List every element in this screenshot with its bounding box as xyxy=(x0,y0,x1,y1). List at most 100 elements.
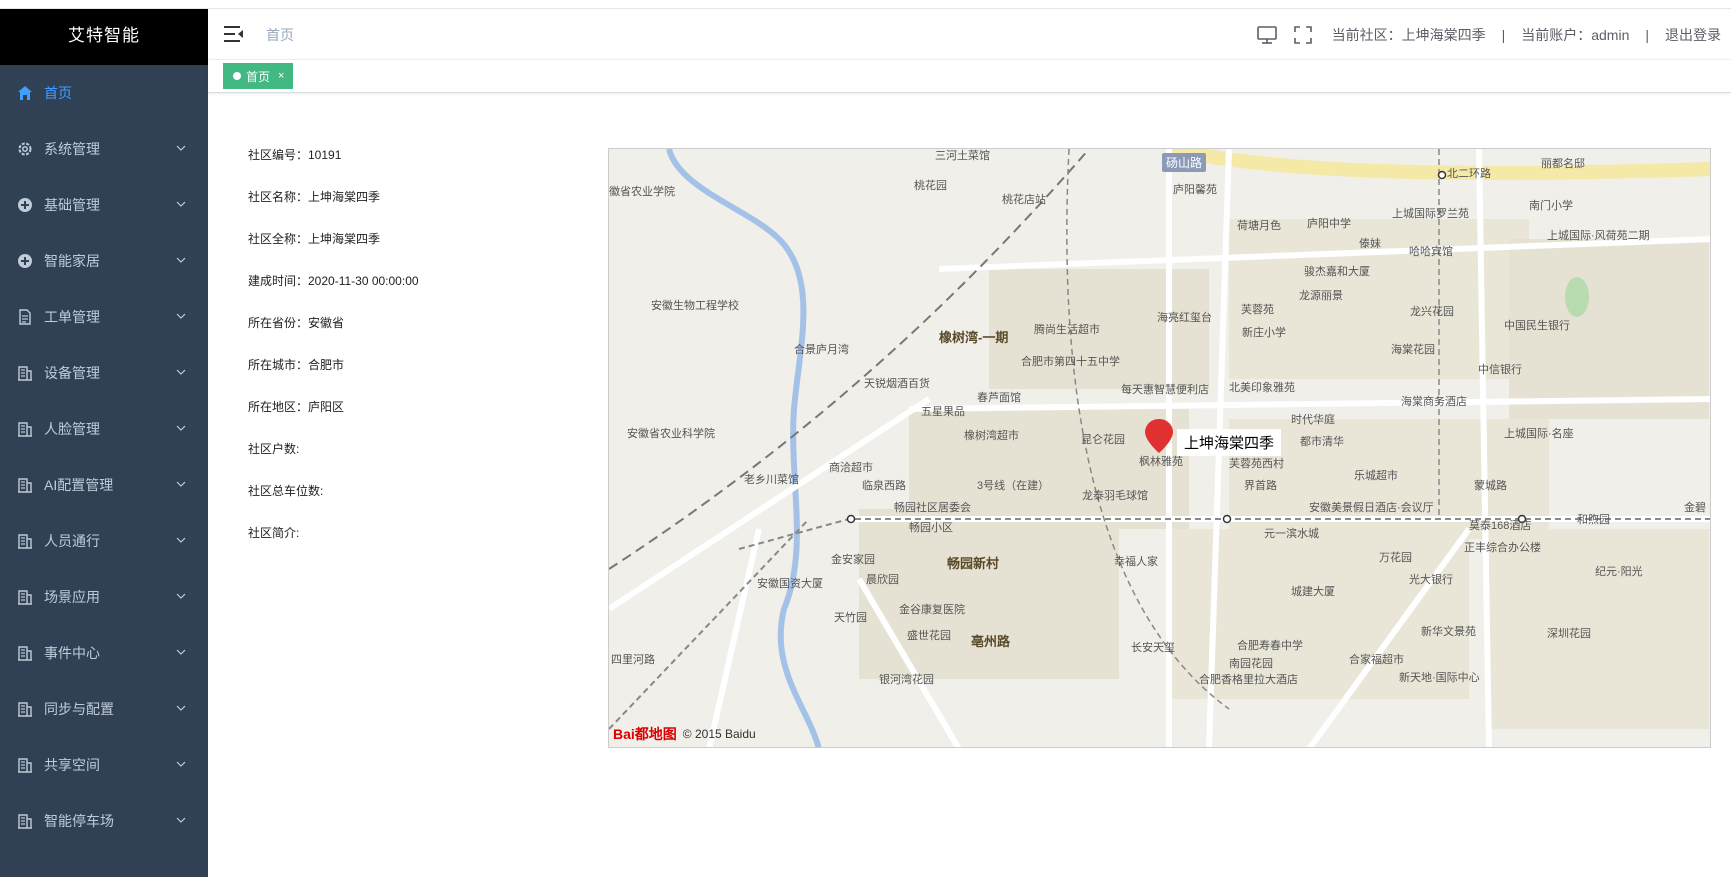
map-poi-label: 龙兴花园 xyxy=(1410,306,1454,318)
document-icon xyxy=(16,308,34,326)
chevron-down-icon xyxy=(176,705,186,711)
tags-view: 首页 × xyxy=(208,60,1731,93)
building-icon xyxy=(16,588,34,606)
sidebar-item-5[interactable]: 设备管理 xyxy=(0,345,208,401)
map-poi-label: 3号线（在建） xyxy=(977,480,1050,492)
map-poi-label: 乐城超市 xyxy=(1354,470,1398,482)
map-poi-label: 庐阳馨苑 xyxy=(1173,184,1217,196)
sidebar-item-label: 系统管理 xyxy=(44,141,100,157)
sidebar: 艾特智能 首页 系统管理 基础管理 智能家居 工单管理 设备管理 人脸管理 AI配置管理 人员通… xyxy=(0,9,208,877)
building-icon xyxy=(16,532,34,550)
hamburger-icon[interactable] xyxy=(224,25,244,43)
map-poi-label: 纪元·阳光 xyxy=(1595,566,1643,578)
map-poi-label: 金谷康复医院 xyxy=(899,604,965,616)
map-poi-label: 合肥市第四十五中学 xyxy=(1021,356,1120,368)
map-poi-label: 春芦面馆 xyxy=(977,392,1021,404)
sidebar-item-1[interactable]: 系统管理 xyxy=(0,121,208,177)
copyright-text: © 2015 Baidu xyxy=(682,727,756,741)
building-icon xyxy=(16,700,34,718)
info-row: 社区总车位数: xyxy=(248,484,324,498)
map-poi-label: 昆仑花园 xyxy=(1081,434,1125,446)
map-poi-label: 中国民生银行 xyxy=(1504,320,1570,332)
map-poi-label: 龙源丽景 xyxy=(1299,290,1343,302)
tag-home[interactable]: 首页 × xyxy=(223,63,294,89)
map-poi-label: 丽都名邸 xyxy=(1541,158,1585,170)
map-poi-label: 安徽生物工程学校 xyxy=(651,300,739,312)
map-poi-label: 南门小学 xyxy=(1529,200,1573,212)
gear-icon xyxy=(16,140,34,158)
circle-plus-icon xyxy=(16,196,34,214)
map-poi-label: 海棠花园 xyxy=(1391,344,1435,356)
sidebar-item-12[interactable]: 共享空间 xyxy=(0,737,208,793)
separator: | xyxy=(1645,26,1649,43)
map-poi-label: 金安家园 xyxy=(831,554,875,566)
map-road-label: 砀山路 xyxy=(1162,153,1207,172)
map-poi-label: 元一滨水城 xyxy=(1264,528,1319,540)
map-poi-label: 三河土菜馆 xyxy=(935,150,990,162)
building-icon xyxy=(16,756,34,774)
map-poi-label: 合肥香格里拉大酒店 xyxy=(1199,674,1298,686)
sidebar-item-label: 场景应用 xyxy=(44,589,100,605)
chevron-down-icon xyxy=(176,537,186,543)
info-row: 所在城市：合肥市 xyxy=(248,358,345,372)
map-poi-label: 橡树湾-一期 xyxy=(939,330,1009,345)
map-road-label: 界首路 xyxy=(1244,480,1277,492)
map-poi-label: 海棠商务酒店 xyxy=(1401,396,1467,408)
map-road-label: 北二环路 xyxy=(1447,168,1491,180)
map-poi-label: 光大银行 xyxy=(1409,574,1453,586)
sidebar-item-3[interactable]: 智能家居 xyxy=(0,233,208,289)
community-info: 社区编号：10191 社区名称：上坤海棠四季 社区全称：上坤海棠四季 建成时间：202… xyxy=(248,148,419,568)
monitor-icon[interactable] xyxy=(1256,25,1278,45)
sidebar-item-label: 共享空间 xyxy=(44,757,100,773)
map-road-label: 蒙城路 xyxy=(1474,480,1507,492)
map-poi-label: 中信银行 xyxy=(1478,364,1522,376)
chevron-down-icon xyxy=(176,201,186,207)
logout-link[interactable]: 退出登录 xyxy=(1665,25,1721,45)
sidebar-item-2[interactable]: 基础管理 xyxy=(0,177,208,233)
info-row: 社区名称：上坤海棠四季 xyxy=(248,190,381,204)
chevron-down-icon xyxy=(176,425,186,431)
sidebar-item-10[interactable]: 事件中心 xyxy=(0,625,208,681)
info-row: 社区编号：10191 xyxy=(248,148,342,162)
sidebar-item-label: 首页 xyxy=(44,85,72,101)
sidebar-item-7[interactable]: AI配置管理 xyxy=(0,457,208,513)
sidebar-item-11[interactable]: 同步与配置 xyxy=(0,681,208,737)
sidebar-item-0[interactable]: 首页 xyxy=(0,65,208,121)
map-poi-label: 金碧 xyxy=(1684,502,1706,514)
sidebar-item-4[interactable]: 工单管理 xyxy=(0,289,208,345)
map-poi-label: 骏杰嘉和大厦 xyxy=(1304,266,1370,278)
map-road-label: 临泉西路 xyxy=(862,480,906,492)
map-poi-label: 安徽省农业科学院 xyxy=(627,428,715,440)
chevron-down-icon xyxy=(176,369,186,375)
sidebar-item-6[interactable]: 人脸管理 xyxy=(0,401,208,457)
map-poi-label: 上城国际·名座 xyxy=(1504,428,1574,440)
tag-dot xyxy=(233,72,241,80)
map-poi-label: 幸福人家 xyxy=(1114,556,1158,568)
map-poi-label: 莫泰168酒店 xyxy=(1469,520,1532,532)
sidebar-item-9[interactable]: 场景应用 xyxy=(0,569,208,625)
tag-close-icon[interactable]: × xyxy=(278,70,284,82)
sidebar-item-8[interactable]: 人员通行 xyxy=(0,513,208,569)
map-poi-label: 徽省农业学院 xyxy=(609,186,675,198)
home-icon xyxy=(16,84,34,102)
map-poi-label: 时代华庭 xyxy=(1291,414,1335,426)
map-poi-label: 畅园小区 xyxy=(909,522,953,534)
map-poi-label: 芙蓉苑西村 xyxy=(1229,458,1284,470)
map-poi-label: 每天惠智慧便利店 xyxy=(1121,384,1209,396)
info-row: 社区户数: xyxy=(248,442,300,456)
map-poi-label: 北美印象雅苑 xyxy=(1229,382,1295,394)
map[interactable]: 三河土菜馆 砀山路 北二环路 丽都名邸 桃花园 桃花店站 庐阳馨苑 徽省农业学院 荷塘月色 庐阳中… xyxy=(608,148,1711,748)
map-poi-label: 腾尚生活超市 xyxy=(1034,324,1100,336)
breadcrumb[interactable]: 首页 xyxy=(266,25,294,45)
map-poi-label: 合肥寿春中学 xyxy=(1237,640,1303,652)
info-row: 所在省份：安徽省 xyxy=(248,316,345,330)
header: 首页 当前社区：上坤海棠四季 | 当前账户：admin | 退出登录 xyxy=(208,9,1731,60)
map-poi-label: 合景庐月湾 xyxy=(794,344,849,356)
map-poi-label: 海亮红玺台 xyxy=(1157,312,1212,324)
circle-plus-icon xyxy=(16,252,34,270)
building-icon xyxy=(16,476,34,494)
sidebar-item-label: 基础管理 xyxy=(44,197,100,213)
map-poi-label: 安徽国资大厦 xyxy=(757,578,823,590)
sidebar-item-13[interactable]: 智能停车场 xyxy=(0,793,208,849)
fullscreen-icon[interactable] xyxy=(1292,25,1314,45)
